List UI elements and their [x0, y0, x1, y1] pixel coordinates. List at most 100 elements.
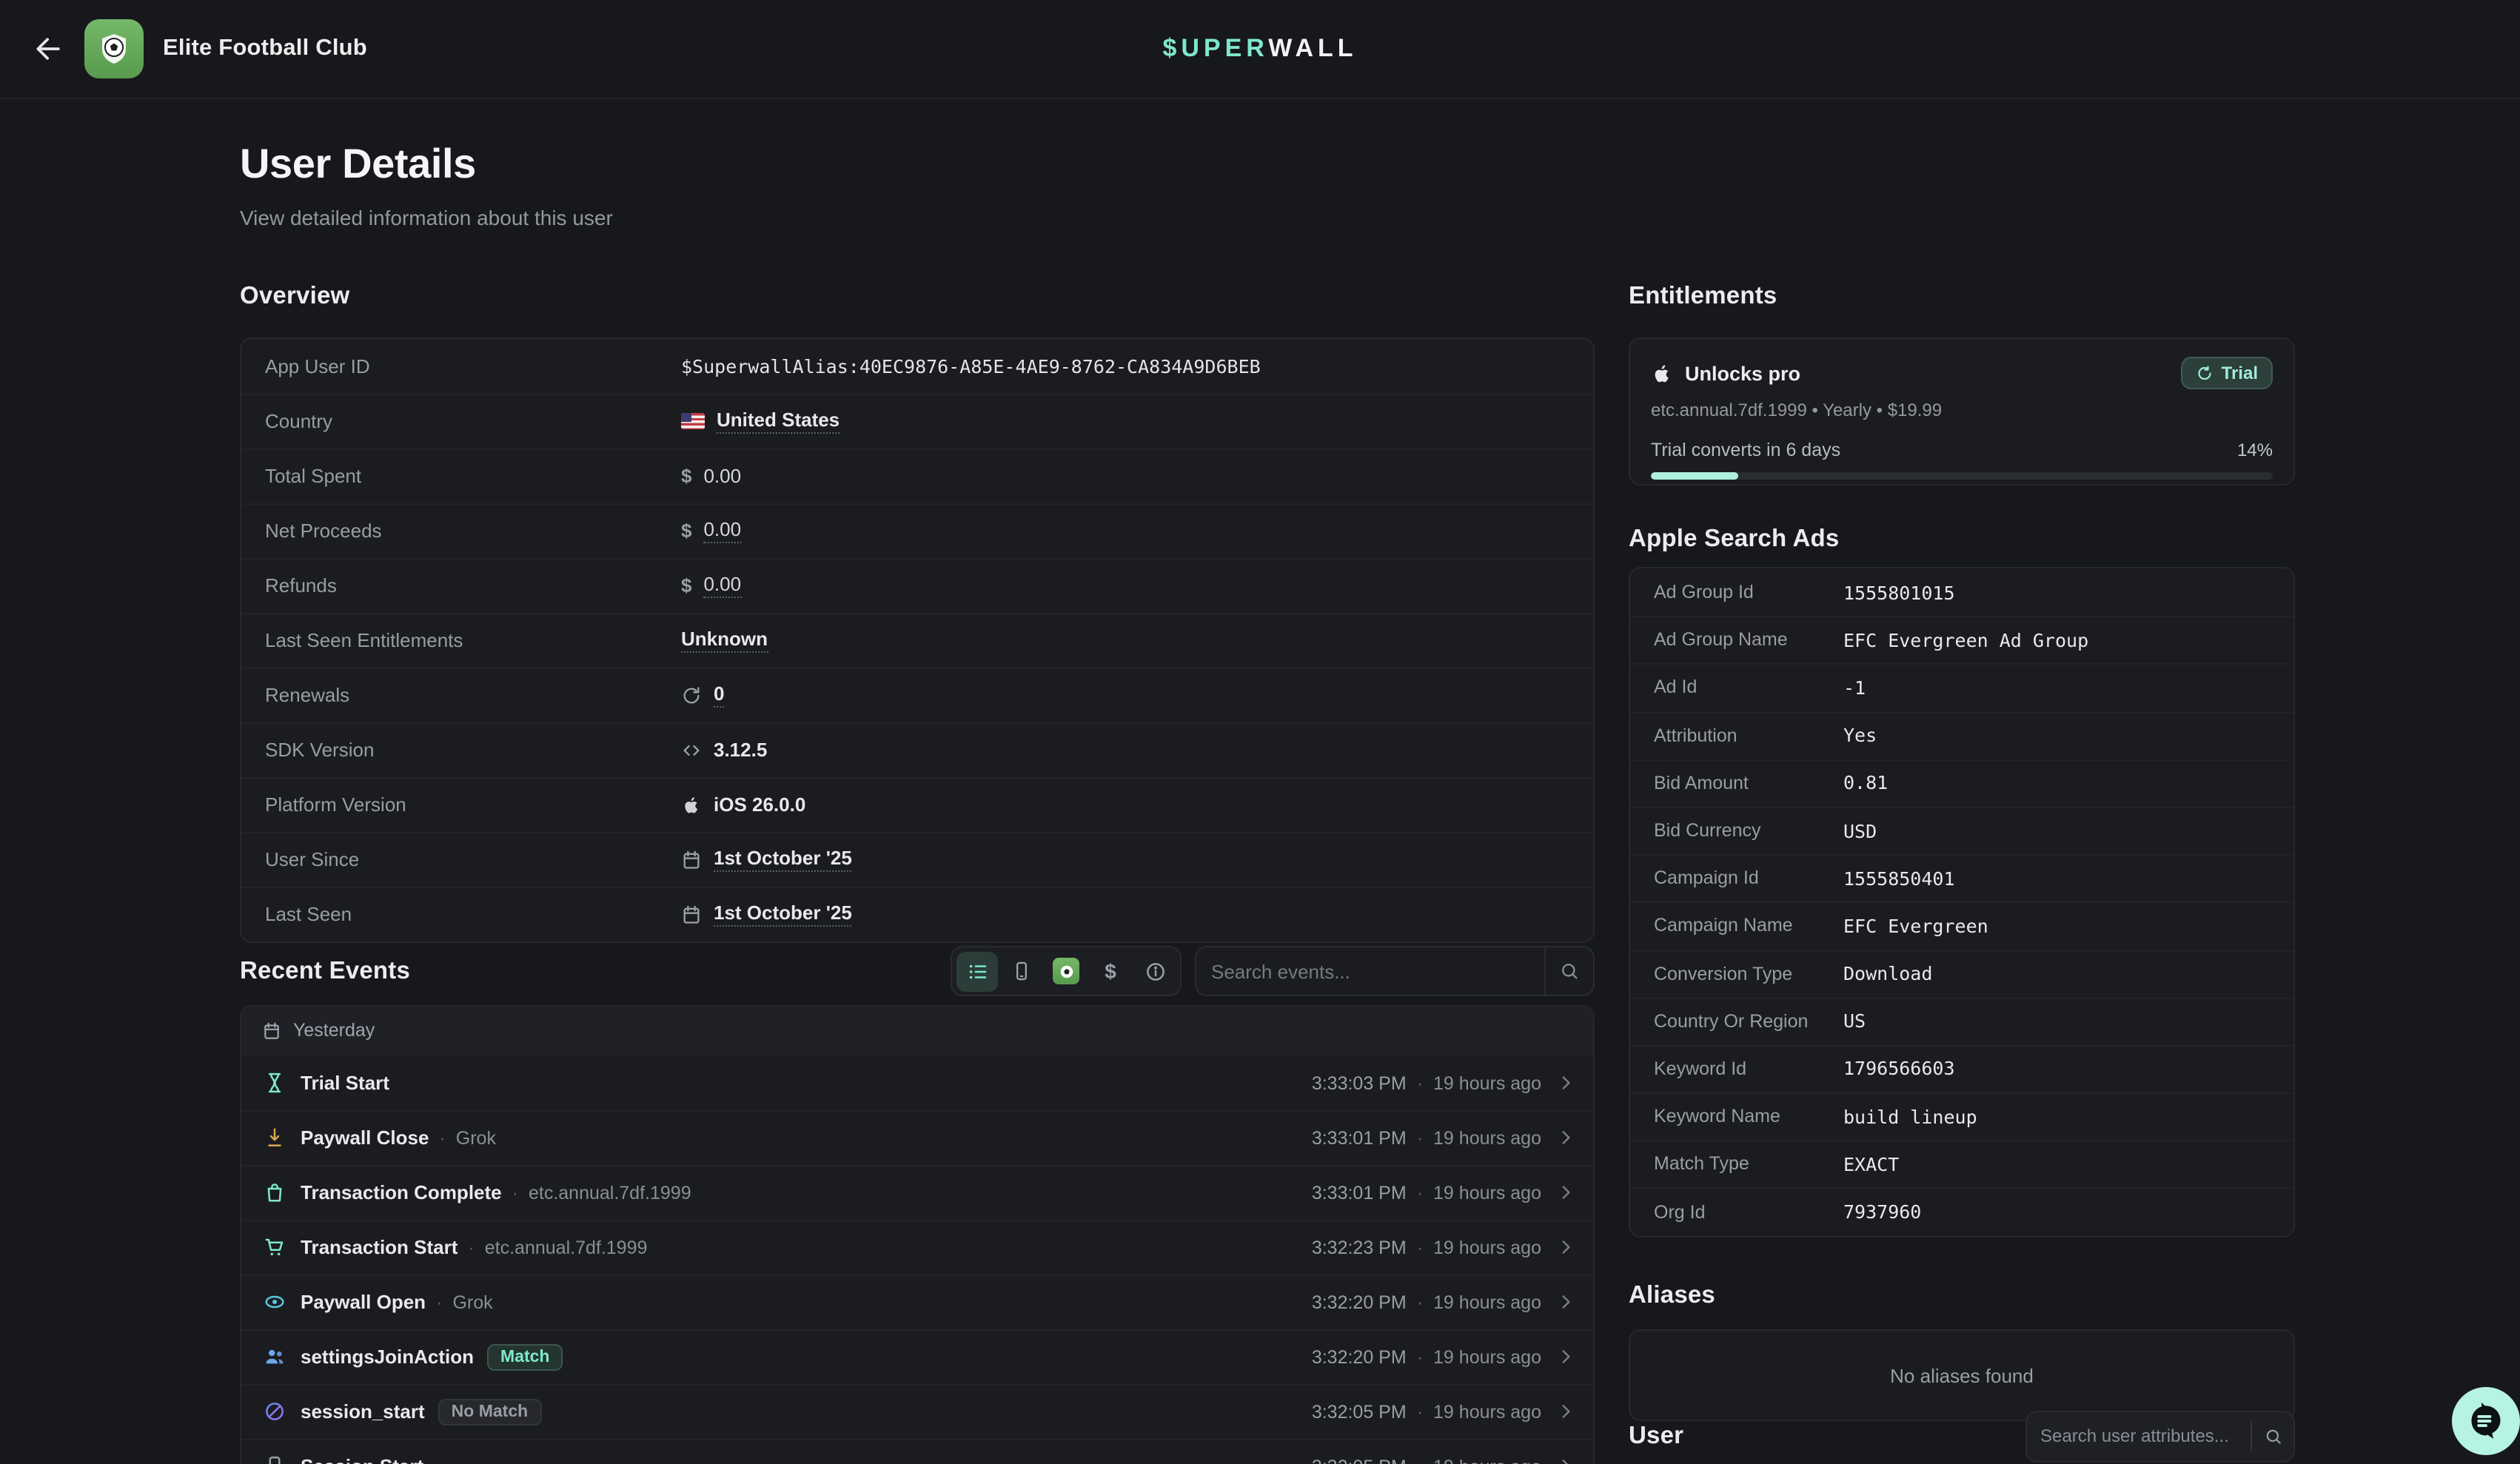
events-search-input[interactable]	[1196, 947, 1544, 995]
event-row-trial-start[interactable]: Trial Start 3:33:03 PM·19 hours ago	[241, 1055, 1593, 1110]
event-row-transaction-complete[interactable]: Transaction Complete · etc.annual.7df.19…	[241, 1165, 1593, 1220]
event-group-label: Yesterday	[293, 1020, 375, 1041]
events-list: Yesterday Trial Start 3:33:03 PM·19 hour…	[240, 1005, 1595, 1464]
overview-row-last-seen-entitlements: Last Seen Entitlements Unknown	[241, 613, 1593, 668]
eye-icon	[262, 1291, 286, 1313]
page-title: User Details	[240, 141, 476, 188]
calendar-icon	[681, 904, 702, 924]
user-section-header: User	[1629, 1409, 2295, 1463]
event-filter-toolbar: $	[951, 946, 1182, 996]
us-flag-icon	[681, 413, 705, 429]
search-icon	[2252, 1426, 2293, 1445]
renewals-refresh-icon	[681, 685, 702, 705]
user-details-page: Elite Football Club $UPERWALL User Detai…	[0, 0, 2520, 1464]
dollar-icon: $	[681, 465, 691, 487]
chevron-right-icon	[1556, 1292, 1575, 1312]
asa-row: Ad Id-1	[1630, 664, 2293, 711]
asa-row: AttributionYes	[1630, 711, 2293, 759]
arrow-down-icon	[262, 1126, 286, 1149]
overview-row-last-seen: Last Seen 1st October '25	[241, 887, 1593, 941]
overview-row-total-spent: Total Spent $0.00	[241, 449, 1593, 503]
app-name: Elite Football Club	[163, 36, 367, 62]
overview-row-renewals: Renewals 0	[241, 668, 1593, 722]
events-search	[1195, 946, 1595, 996]
last-seen-entitlements-value[interactable]: Unknown	[681, 628, 768, 653]
user-since-value[interactable]: 1st October '25	[714, 847, 852, 872]
entitlement-name: Unlocks pro	[1685, 362, 1800, 384]
app-user-id-value: $SuperwallAlias:40EC9876-A85E-4AE9-8762-…	[681, 355, 1261, 377]
back-button[interactable]	[30, 30, 68, 68]
recent-events-header: Recent Events $	[240, 946, 1595, 996]
app-filter-icon	[1053, 958, 1079, 984]
page-subtitle: View detailed information about this use…	[240, 206, 613, 229]
hourglass-icon	[262, 1072, 286, 1094]
dollar-icon: $	[681, 520, 691, 542]
asa-row: Conversion TypeDownload	[1630, 950, 2293, 997]
back-arrow-icon	[33, 33, 65, 65]
users-icon	[262, 1346, 286, 1368]
filter-device-events-button[interactable]	[1001, 951, 1042, 991]
asa-row: Bid CurrencyUSD	[1630, 807, 2293, 854]
country-value[interactable]: United States	[717, 409, 840, 434]
event-row-paywall-open[interactable]: Paywall Open · Grok 3:32:20 PM·19 hours …	[241, 1275, 1593, 1329]
asa-row: Keyword Namebuild lineup	[1630, 1092, 2293, 1140]
slash-circle-icon	[262, 1400, 286, 1423]
renewals-value[interactable]: 0	[714, 682, 724, 708]
last-seen-value[interactable]: 1st October '25	[714, 901, 852, 927]
superwall-logo: $UPERWALL	[1162, 34, 1357, 64]
refunds-value[interactable]: 0.00	[703, 573, 741, 598]
entitlement-card: Unlocks pro Trial etc.annual.7df.1999 • …	[1629, 338, 2295, 486]
filter-all-events-button[interactable]	[956, 951, 998, 991]
trial-percent: 14%	[2237, 440, 2273, 460]
asa-row: Campaign NameEFC Evergreen	[1630, 902, 2293, 950]
event-row-transaction-start[interactable]: Transaction Start · etc.annual.7df.1999 …	[241, 1220, 1593, 1275]
info-icon	[1144, 960, 1166, 982]
chat-bubble-icon	[2467, 1402, 2505, 1440]
trial-progress-fill	[1651, 472, 1738, 480]
overview-row-country: Country United States	[241, 394, 1593, 449]
asa-row: Keyword Id1796566603	[1630, 1045, 2293, 1092]
cart-icon	[262, 1236, 286, 1258]
code-icon	[681, 739, 702, 760]
chevron-right-icon	[1556, 1347, 1575, 1366]
user-attributes-search	[2025, 1410, 2295, 1462]
overview-row-refunds: Refunds $0.00	[241, 558, 1593, 613]
filter-revenue-events-button[interactable]: $	[1090, 951, 1131, 991]
dollar-icon: $	[681, 574, 691, 597]
apple-search-ads-heading: Apple Search Ads	[1629, 526, 1839, 554]
asa-row: Ad Group NameEFC Evergreen Ad Group	[1630, 616, 2293, 663]
phone-icon	[262, 1455, 286, 1464]
event-row-paywall-close[interactable]: Paywall Close · Grok 3:33:01 PM·19 hours…	[241, 1110, 1593, 1165]
timer-icon	[2196, 364, 2214, 382]
sdk-version-value: 3.12.5	[714, 739, 767, 761]
soccer-crest-icon	[96, 31, 132, 67]
trial-progress-bar	[1651, 472, 2273, 480]
apple-icon	[1651, 362, 1673, 384]
overview-row-user-since: User Since 1st October '25	[241, 832, 1593, 887]
aliases-heading: Aliases	[1629, 1282, 1715, 1310]
overview-row-platform-version: Platform Version iOS 26.0.0	[241, 777, 1593, 832]
chat-fab-button[interactable]	[2452, 1387, 2520, 1455]
asa-row: Match TypeEXACT	[1630, 1141, 2293, 1188]
asa-row: Ad Group Id1555801015	[1630, 568, 2293, 616]
recent-events-heading: Recent Events	[240, 957, 410, 985]
chevron-right-icon	[1556, 1457, 1575, 1464]
apple-search-ads-card: Ad Group Id1555801015 Ad Group NameEFC E…	[1629, 567, 2295, 1237]
event-row-session-start[interactable]: Session Start 3:32:05 PM·19 hours ago	[241, 1439, 1593, 1464]
search-icon	[1546, 961, 1593, 981]
event-row-settings-join-action[interactable]: settingsJoinAction Match 3:32:20 PM·19 h…	[241, 1329, 1593, 1384]
event-group-header: Yesterday	[241, 1007, 1593, 1055]
event-row-session-start-custom[interactable]: session_start No Match 3:32:05 PM·19 hou…	[241, 1384, 1593, 1439]
filter-app-events-button[interactable]	[1045, 951, 1087, 991]
net-proceeds-value[interactable]: 0.00	[703, 518, 741, 543]
aliases-empty-text: No aliases found	[1890, 1364, 2034, 1386]
user-attributes-search-input[interactable]	[2027, 1411, 2251, 1460]
filter-info-events-button[interactable]	[1134, 951, 1176, 991]
overview-row-sdk-version: SDK Version 3.12.5	[241, 722, 1593, 777]
user-heading: User	[1629, 1422, 1683, 1450]
asa-row: Campaign Id1555850401	[1630, 854, 2293, 901]
trial-converts-text: Trial converts in 6 days	[1651, 440, 1840, 460]
asa-row: Bid Amount0.81	[1630, 759, 2293, 807]
entitlements-heading: Entitlements	[1629, 283, 1777, 311]
calendar-icon	[681, 849, 702, 870]
